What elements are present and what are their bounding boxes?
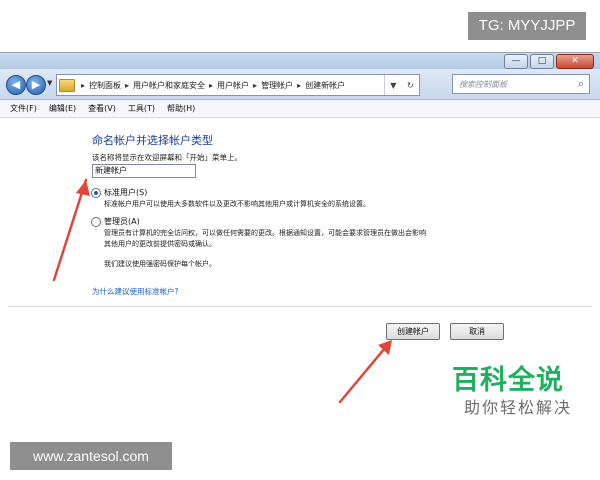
breadcrumb-manage-accounts[interactable]: 管理帐户	[261, 80, 293, 91]
forward-button[interactable]: ▶	[26, 75, 46, 95]
breadcrumb-create-account[interactable]: 创建新帐户	[305, 80, 345, 91]
title-bar: — □ ✕	[0, 53, 600, 69]
tg-badge: TG: MYYJJPP	[468, 12, 586, 40]
page-title: 命名帐户并选择帐户类型	[92, 134, 213, 147]
search-icon[interactable]: ⌕	[578, 77, 584, 91]
navigation-bar: ◀ ▶ ▼ ▸ 控制面板 ▸ 用户帐户和家庭安全 ▸ 用户帐户 ▸ 管理帐户 ▸…	[0, 69, 600, 100]
breadcrumb-separator: ▸	[81, 80, 86, 90]
breadcrumb-separator: ▸	[125, 80, 130, 90]
window-controls: — □ ✕	[504, 54, 594, 69]
breadcrumb-user-accounts[interactable]: 用户帐户	[217, 80, 249, 91]
account-name-input[interactable]: 新建帐户	[92, 164, 196, 178]
menu-file[interactable]: 文件(F)	[10, 103, 37, 114]
name-hint: 该名称将显示在欢迎屏幕和「开始」菜单上。	[92, 153, 242, 162]
search-input[interactable]: 搜索控制面板	[459, 79, 507, 90]
password-recommendation: 我们建议使用强密码保护每个帐户。	[104, 260, 216, 268]
menu-view[interactable]: 查看(V)	[88, 103, 116, 114]
cancel-button[interactable]: 取消	[450, 323, 504, 340]
divider	[8, 306, 592, 307]
recent-pages-dropdown[interactable]: ▼	[47, 79, 52, 87]
search-box[interactable]: 搜索控制面板 ⌕	[452, 74, 590, 94]
breadcrumb-user-accounts-family-safety[interactable]: 用户帐户和家庭安全	[133, 80, 205, 91]
close-button[interactable]: ✕	[556, 54, 594, 69]
url-badge: www.zantesol.com	[10, 442, 172, 470]
menu-help[interactable]: 帮助(H)	[167, 103, 195, 114]
why-standard-account-link[interactable]: 为什么建议使用标准帐户?	[92, 286, 178, 297]
menu-edit[interactable]: 编辑(E)	[49, 103, 76, 114]
watermark-title: 百科全说	[452, 365, 564, 396]
standard-user-radio[interactable]	[91, 188, 101, 198]
standard-user-label[interactable]: 标准用户(S)	[104, 187, 147, 198]
breadcrumb-separator: ▸	[297, 80, 302, 90]
menu-tools[interactable]: 工具(T)	[128, 103, 155, 114]
standard-user-description: 标准帐户用户可以使用大多数软件以及更改不影响其他用户或计算机安全的系统设置。	[104, 200, 370, 208]
administrator-description: 其他用户的更改前提供密码或确认。	[104, 240, 216, 248]
address-actions: ▼ ↻	[384, 75, 419, 95]
menu-bar: 文件(F) 编辑(E) 查看(V) 工具(T) 帮助(H)	[0, 100, 600, 118]
back-button[interactable]: ◀	[6, 75, 26, 95]
address-dropdown-icon[interactable]: ▼	[390, 81, 396, 90]
administrator-radio[interactable]	[91, 217, 101, 227]
maximize-button[interactable]: □	[530, 54, 554, 69]
address-bar[interactable]: ▸ 控制面板 ▸ 用户帐户和家庭安全 ▸ 用户帐户 ▸ 管理帐户 ▸ 创建新帐户…	[56, 74, 420, 96]
administrator-description: 管理员有计算机的完全访问权，可以做任何需要的更改。根据通知设置，可能会要求管理员…	[104, 229, 426, 237]
minimize-button[interactable]: —	[504, 54, 528, 69]
breadcrumb-separator: ▸	[209, 80, 214, 90]
breadcrumb-separator: ▸	[253, 80, 258, 90]
breadcrumb-control-panel[interactable]: 控制面板	[89, 80, 121, 91]
refresh-icon[interactable]: ↻	[407, 81, 414, 90]
create-account-button[interactable]: 创建帐户	[386, 323, 440, 340]
control-panel-folder-icon	[59, 78, 75, 92]
administrator-label[interactable]: 管理员(A)	[104, 216, 140, 227]
watermark-subtitle: 助你轻松解决	[464, 398, 573, 417]
